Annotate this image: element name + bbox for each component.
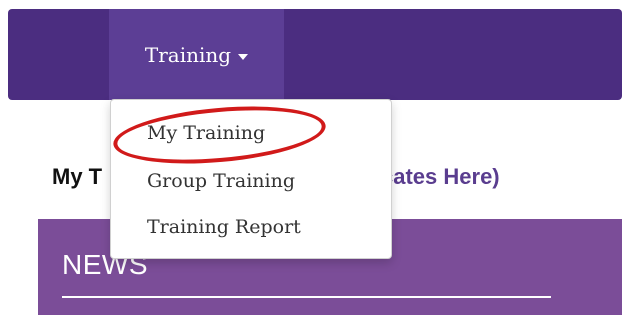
caret-down-icon	[238, 53, 249, 60]
top-navbar: Training	[8, 9, 622, 100]
news-divider	[62, 296, 551, 298]
training-dropdown-menu: My Training Group Training Training Repo…	[110, 99, 392, 259]
page-heading-text: My T	[52, 164, 103, 189]
training-menu-button[interactable]: Training	[109, 9, 284, 100]
menu-item-training-report[interactable]: Training Report	[147, 216, 301, 238]
menu-item-my-training[interactable]: My Training	[147, 122, 265, 144]
menu-item-group-training[interactable]: Group Training	[147, 170, 295, 192]
training-menu-label: Training	[144, 42, 232, 67]
